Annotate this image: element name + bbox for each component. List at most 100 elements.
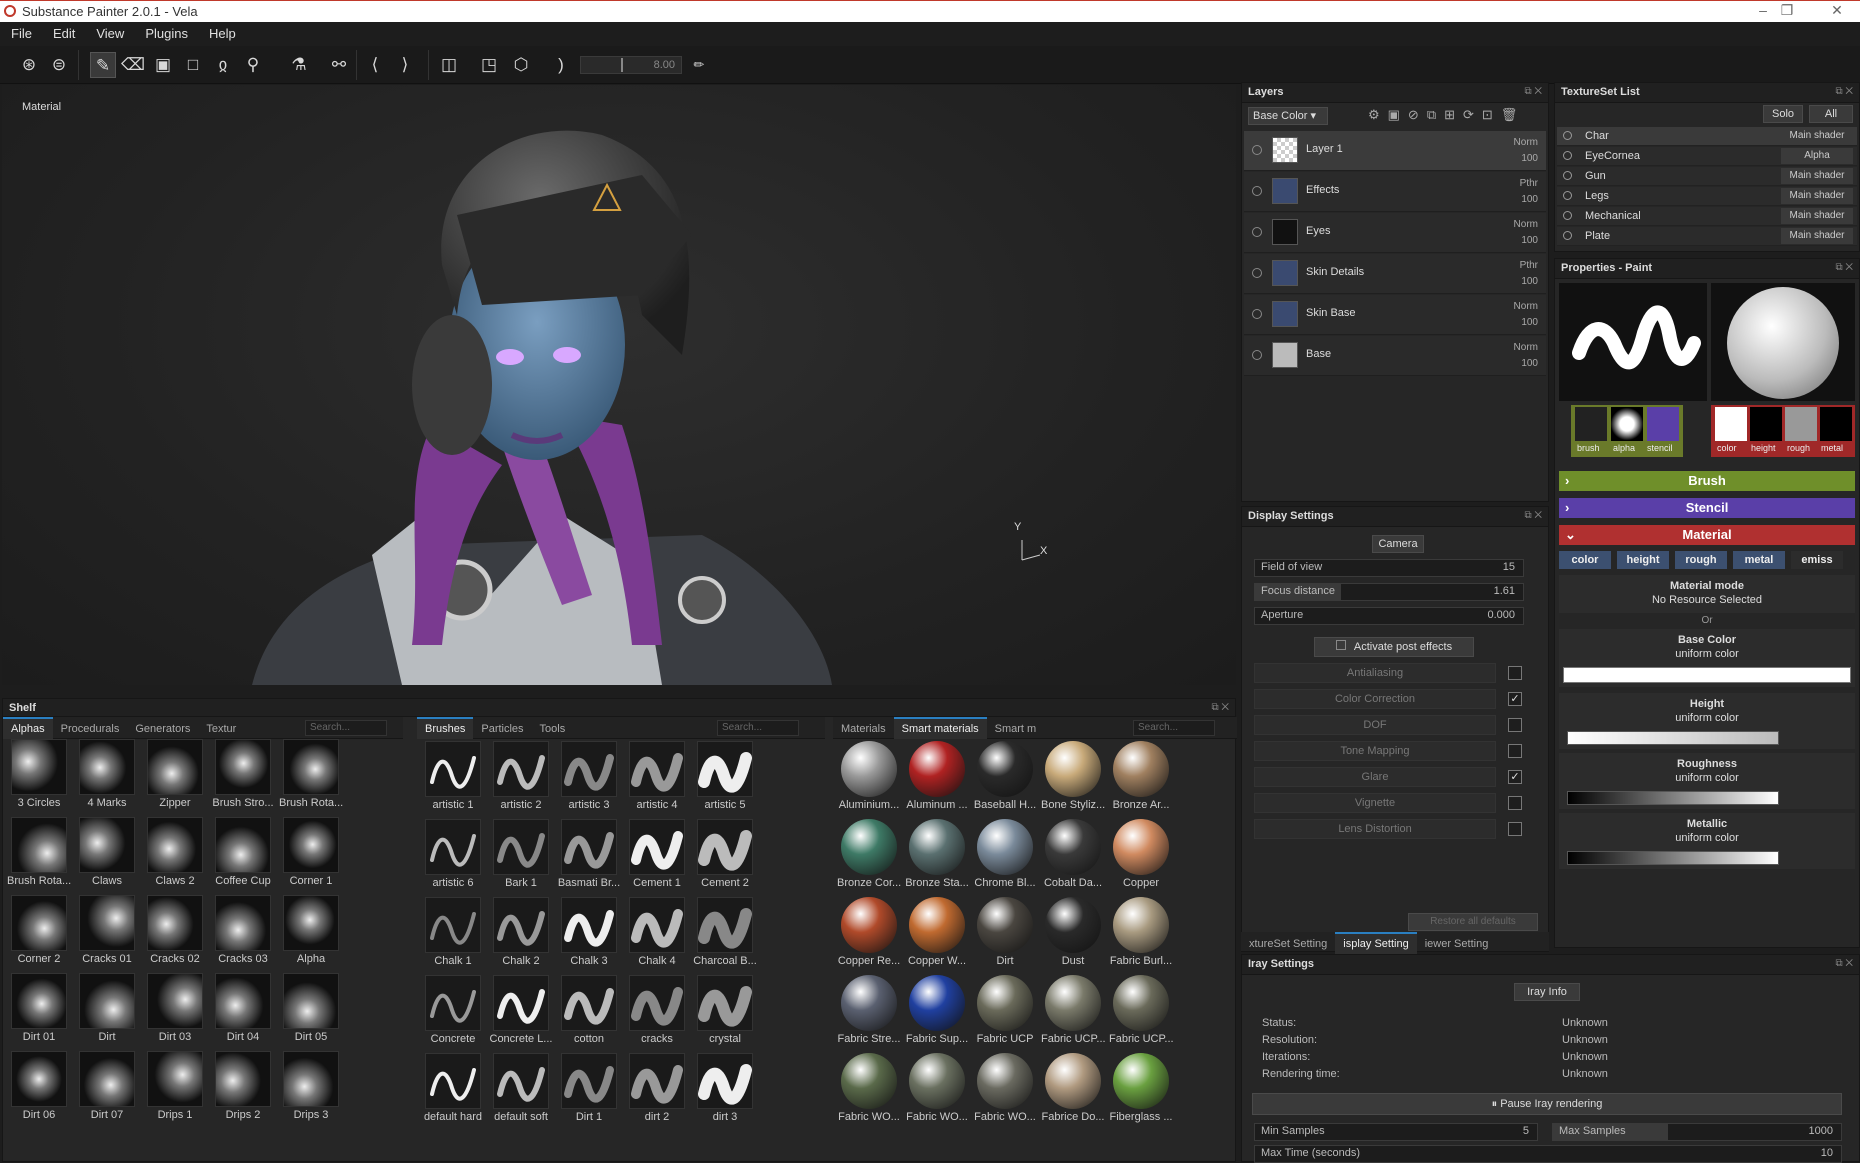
visibility-eye-icon[interactable]	[1563, 211, 1572, 220]
shelf-item[interactable]: default hard	[421, 1053, 485, 1123]
tab-generators[interactable]: Generators	[127, 719, 198, 741]
shelf-item[interactable]: Bone Styliz...	[1041, 741, 1105, 811]
tab-smart-masks[interactable]: Smart m	[987, 719, 1045, 741]
post-effect-checkbox[interactable]	[1508, 718, 1522, 732]
roughness-slider[interactable]	[1567, 791, 1779, 805]
shelf-item[interactable]: Cracks 03	[211, 895, 275, 965]
3d-viewport[interactable]: Material Y X	[2, 85, 1236, 685]
aperture-field[interactable]: Aperture 0.000	[1254, 607, 1524, 625]
post-effect-checkbox[interactable]	[1508, 822, 1522, 836]
shelf-item[interactable]: Fabric Burl...	[1109, 897, 1173, 967]
tab-textureset-settings[interactable]: xtureSet Setting	[1241, 934, 1335, 956]
fov-field[interactable]: Field of view 15	[1254, 559, 1524, 577]
layer-opacity[interactable]: 100	[1514, 356, 1538, 372]
tab-materials[interactable]: Materials	[833, 719, 894, 741]
shelf-item[interactable]: Fabrice Do...	[1041, 1053, 1105, 1123]
shelf-item[interactable]: Corner 2	[7, 895, 71, 965]
post-effect-row[interactable]: ›Lens Distortion	[1242, 819, 1548, 841]
shelf-item[interactable]: Cracks 02	[143, 895, 207, 965]
shelf-item[interactable]: default soft	[489, 1053, 553, 1123]
textureset-row[interactable]: Mechanical Main shader	[1557, 207, 1857, 226]
texture-set-icon[interactable]: ⊛	[16, 52, 42, 78]
shelf-item[interactable]: Baseball H...	[973, 741, 1037, 811]
material-search-input[interactable]: Search...	[1133, 720, 1215, 736]
close-button[interactable]: ✕	[1822, 2, 1852, 19]
camera-button[interactable]: Camera	[1372, 535, 1424, 553]
menu-view[interactable]: View	[85, 22, 134, 41]
screen-view-icon[interactable]: ◫	[436, 52, 462, 78]
layer-opacity[interactable]: 100	[1514, 315, 1538, 331]
post-effect-row[interactable]: ›DOF	[1242, 715, 1548, 737]
visibility-eye-icon[interactable]	[1563, 171, 1572, 180]
shader-select[interactable]: Alpha	[1781, 148, 1853, 164]
shelf-item[interactable]: Aluminium...	[837, 741, 901, 811]
shelf-item[interactable]: Fabric WO...	[905, 1053, 969, 1123]
max-time-field[interactable]: Max Time (seconds) 10	[1254, 1145, 1842, 1163]
channel-dropdown[interactable]: Base Color ▾	[1248, 107, 1328, 125]
shelf-item[interactable]: Dirt 04	[211, 973, 275, 1043]
eraser-icon[interactable]: ⌫	[120, 52, 146, 78]
shelf-item[interactable]: Chalk 4	[625, 897, 689, 967]
all-button[interactable]: All	[1809, 105, 1853, 123]
layer-opacity[interactable]: 100	[1520, 274, 1538, 290]
tab-textures[interactable]: Textur	[198, 719, 244, 741]
shelf-item[interactable]: Coffee Cup	[211, 817, 275, 887]
shelf-item[interactable]: Dirt 05	[279, 973, 343, 1043]
height-slider[interactable]	[1567, 731, 1779, 745]
post-effect-checkbox[interactable]	[1508, 744, 1522, 758]
tab-display-settings[interactable]: isplay Setting	[1335, 932, 1417, 954]
menu-file[interactable]: File	[0, 22, 42, 41]
post-effect-row[interactable]: ›Antialiasing	[1242, 663, 1548, 685]
cube-view-icon[interactable]: ⬡	[508, 52, 534, 78]
stencil-section-header[interactable]: › Stencil	[1559, 498, 1855, 518]
shelf-item[interactable]: artistic 4	[625, 741, 689, 811]
alpha-slot-icon[interactable]	[1611, 407, 1643, 441]
post-effect-row[interactable]: ›Tone Mapping	[1242, 741, 1548, 763]
smudge-icon[interactable]: ჲ	[210, 52, 236, 78]
layer-opacity[interactable]: 100	[1514, 233, 1538, 249]
clone-stamp-icon[interactable]: ⚲	[240, 52, 266, 78]
rough-slot-icon[interactable]	[1785, 407, 1817, 441]
shelf-item[interactable]: Cement 1	[625, 819, 689, 889]
brush-section-header[interactable]: › Brush	[1559, 471, 1855, 491]
textureset-row[interactable]: Gun Main shader	[1557, 167, 1857, 186]
layer-blend-mode[interactable]: Norm	[1514, 340, 1538, 356]
solo-button[interactable]: Solo	[1763, 105, 1803, 123]
visibility-eye-icon[interactable]	[1252, 186, 1262, 196]
layer-row[interactable]: Base Norm 100	[1244, 336, 1546, 376]
shelf-item[interactable]: Corner 1	[279, 817, 343, 887]
shelf-item[interactable]: Drips 3	[279, 1051, 343, 1121]
tab-smart-materials[interactable]: Smart materials	[893, 717, 987, 739]
color-slot-icon[interactable]	[1715, 407, 1747, 441]
shelf-item[interactable]: Claws	[75, 817, 139, 887]
menu-plugins[interactable]: Plugins	[134, 22, 198, 41]
activate-post-effects-toggle[interactable]: Activate post effects	[1314, 637, 1474, 657]
post-effect-row[interactable]: ›Color Correction✓	[1242, 689, 1548, 711]
visibility-eye-icon[interactable]	[1563, 191, 1572, 200]
shelf-item[interactable]: Fiberglass ...	[1109, 1053, 1173, 1123]
shelf-item[interactable]: Chalk 1	[421, 897, 485, 967]
textureset-row[interactable]: Plate Main shader	[1557, 227, 1857, 246]
visibility-eye-icon[interactable]	[1252, 227, 1262, 237]
tab-viewer-settings[interactable]: iewer Setting	[1417, 934, 1497, 956]
layer-blend-mode[interactable]: Norm	[1514, 135, 1538, 151]
visibility-eye-icon[interactable]	[1252, 268, 1262, 278]
shelf-item[interactable]: artistic 2	[489, 741, 553, 811]
shader-select[interactable]: Main shader	[1781, 188, 1853, 204]
base-color-swatch[interactable]	[1563, 667, 1851, 683]
menu-edit[interactable]: Edit	[42, 22, 85, 41]
stencil-slot-icon[interactable]	[1647, 407, 1679, 441]
toolbar-size-slider[interactable]: 8.00	[580, 56, 682, 74]
shelf-item[interactable]: 4 Marks	[75, 739, 139, 809]
shader-select[interactable]: Main shader	[1781, 208, 1853, 224]
shelf-item[interactable]: Drips 1	[143, 1051, 207, 1121]
tab-particles[interactable]: Particles	[473, 719, 531, 741]
tab-procedurals[interactable]: Procedurals	[53, 719, 128, 741]
shelf-item[interactable]: Bark 1	[489, 819, 553, 889]
shelf-item[interactable]: Chalk 2	[489, 897, 553, 967]
visibility-eye-icon[interactable]	[1252, 350, 1262, 360]
layer-blend-mode[interactable]: Pthr	[1520, 258, 1538, 274]
textureset-row[interactable]: Char Main shader	[1557, 127, 1857, 146]
channel-tab-height[interactable]: height	[1617, 551, 1669, 569]
layer-blend-mode[interactable]: Norm	[1514, 217, 1538, 233]
